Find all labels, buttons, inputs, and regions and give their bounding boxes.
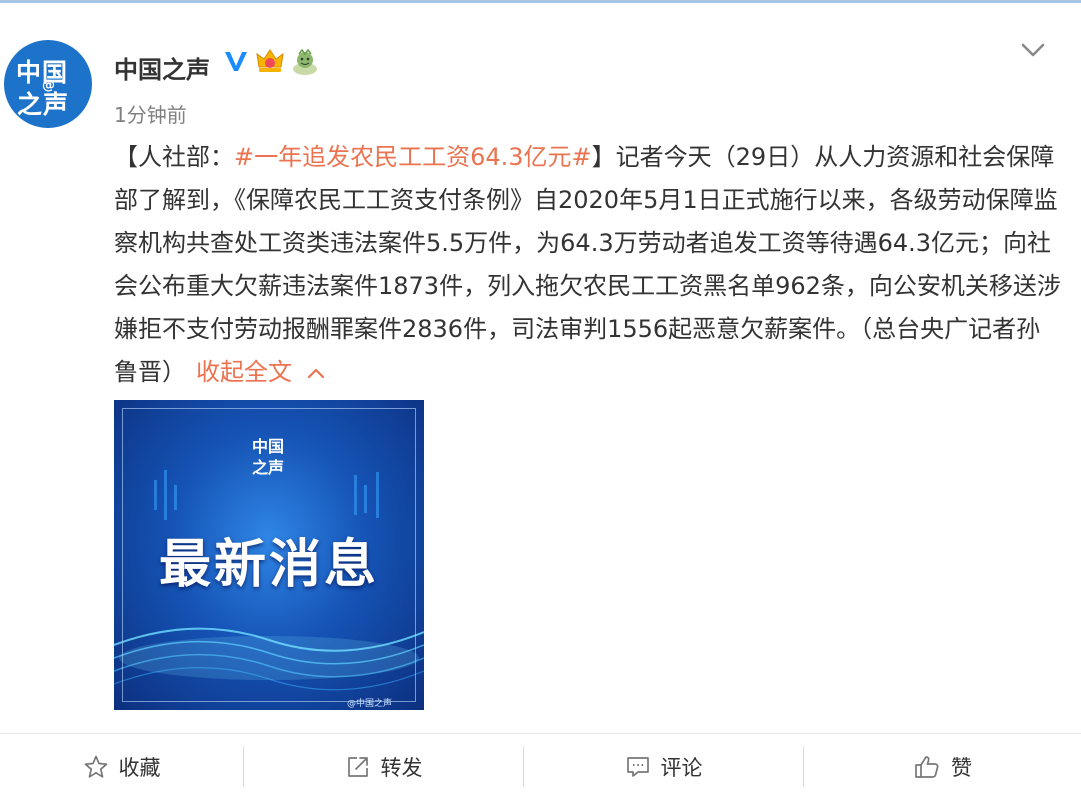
post-prefix: 【人社部：: [114, 143, 234, 171]
image-heading: 最新消息: [158, 535, 379, 595]
image-logo-line2: 之声: [252, 458, 285, 477]
chevron-down-icon[interactable]: [1018, 38, 1048, 66]
favorite-button[interactable]: 收藏: [0, 734, 243, 800]
avatar-text-line2: 之声: [17, 90, 70, 119]
post-body: 】记者今天（29日）从人力资源和社会保障部了解到，《保障农民工工资支付条例》自2…: [114, 143, 1061, 386]
crown-icon[interactable]: [254, 46, 286, 80]
star-icon: [84, 755, 107, 778]
emoji-badge-icon[interactable]: [290, 47, 320, 81]
comment-label: 评论: [660, 756, 703, 780]
repost-button[interactable]: 转发: [244, 734, 523, 800]
post-text: 【人社部：#一年追发农民工工资64.3亿元#】记者今天（29日）从人力资源和社会…: [114, 136, 1064, 394]
like-label: 赞: [951, 756, 972, 780]
avatar[interactable]: 中国 @ 之声: [4, 40, 92, 128]
repost-icon: [347, 757, 368, 777]
topic-link[interactable]: #一年追发农民工工资64.3亿元#: [234, 143, 592, 171]
like-button[interactable]: 赞: [804, 734, 1081, 800]
action-bar: 收藏 转发 评论 赞: [0, 734, 1081, 800]
post-timestamp[interactable]: 1分钟前: [114, 99, 187, 128]
thumb-up-icon: [915, 756, 939, 778]
favorite-label: 收藏: [118, 756, 161, 780]
repost-label: 转发: [380, 756, 423, 780]
collapse-link[interactable]: 收起全文: [196, 358, 326, 386]
image-watermark: @中国之声: [347, 699, 393, 709]
account-name[interactable]: 中国之声: [114, 50, 210, 85]
collapse-label: 收起全文: [196, 358, 292, 386]
verified-icon[interactable]: [222, 47, 250, 79]
chevron-up-icon: [307, 368, 325, 379]
comment-button[interactable]: 评论: [524, 734, 803, 800]
comment-icon: [626, 757, 649, 777]
post-image[interactable]: 中国 之声 最新消息 @中国之声: [114, 400, 424, 710]
